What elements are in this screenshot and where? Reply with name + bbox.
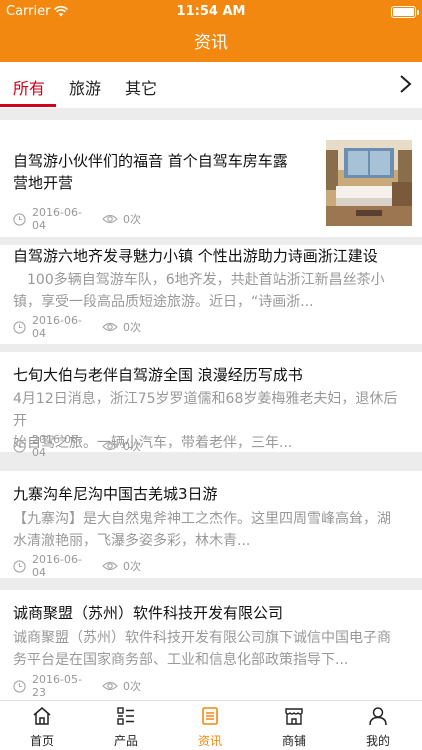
article-meta: 2016-06-04 0次 [13, 206, 141, 232]
eye-icon [102, 322, 118, 332]
page-title: 资讯 [194, 33, 228, 53]
battery-icon [391, 6, 419, 18]
tabbar-profile[interactable]: 我的 [336, 701, 420, 750]
news-icon [202, 707, 218, 725]
clock-icon [13, 679, 26, 693]
nav-bar: 资讯 [0, 24, 422, 62]
tabbar-home[interactable]: 首页 [0, 701, 84, 750]
tabbar-products[interactable]: 产品 [84, 701, 168, 750]
tabbar-label: 我的 [365, 734, 390, 748]
clock-icon [13, 320, 26, 334]
article-card[interactable]: 自驾游小伙伴们的福音 首个自驾车房车露 营地开营 2016-06-04 0次 [0, 120, 422, 237]
article-date: 2016-06-04 [32, 206, 82, 232]
article-title: 九寨沟牟尼沟中国古羌城3日游 [13, 485, 218, 503]
home-icon [33, 707, 51, 725]
eye-icon [102, 681, 118, 691]
eye-icon [102, 561, 118, 571]
article-title: 七旬大伯与老伴自驾游全国 浪漫经历写成书 [13, 366, 303, 384]
tab-other[interactable]: 其它 [125, 75, 157, 99]
clock-icon [13, 212, 26, 226]
article-title: 自驾游小伙伴们的福音 首个自驾车房车露 营地开营 [13, 152, 288, 192]
article-views: 0次 [123, 321, 141, 334]
clock-icon [13, 559, 26, 573]
shop-icon [285, 708, 303, 725]
article-title: 诚商聚盟（苏州）软件科技开发有限公司 [13, 604, 284, 622]
tabbar-label: 首页 [29, 734, 54, 748]
article-meta: 2016-06-04 0次 [13, 433, 141, 459]
eye-icon [102, 441, 118, 451]
article-meta: 2016-05-23 0次 [13, 673, 141, 699]
article-date: 2016-06-04 [32, 433, 82, 459]
article-views: 0次 [123, 680, 141, 693]
status-bar: Carrier 11:54 AM [0, 0, 422, 24]
tabbar-shop[interactable]: 商铺 [252, 701, 336, 750]
article-title: 自驾游六地齐发寻魅力小镇 个性出游助力诗画浙江建设 [13, 247, 378, 265]
article-meta: 2016-06-04 0次 [13, 314, 141, 340]
article-card[interactable]: 七旬大伯与老伴自驾游全国 浪漫经历写成书 4月12日消息，浙江75岁罗道儒和68… [0, 352, 422, 459]
eye-icon [102, 214, 118, 224]
tabbar-label: 商铺 [281, 734, 306, 748]
tabbar-label: 资讯 [197, 734, 222, 748]
article-card[interactable]: 自驾游六地齐发寻魅力小镇 个性出游助力诗画浙江建设 100多辆自驾游车队，6地齐… [0, 245, 422, 344]
article-thumbnail [326, 140, 412, 226]
article-card[interactable]: 九寨沟牟尼沟中国古羌城3日游 【九寨沟】是大自然鬼斧神工之杰作。这里四周雪峰高耸… [0, 471, 422, 579]
article-date: 2016-06-04 [32, 314, 82, 340]
list-icon [117, 707, 134, 725]
clock-icon [13, 439, 26, 453]
category-tabs: 所有 旅游 其它 [0, 62, 422, 108]
tabbar-news[interactable]: 资讯 [168, 701, 252, 750]
bottom-tab-bar: 首页 产品 资讯 商铺 我的 [0, 700, 422, 750]
article-meta: 2016-06-04 0次 [13, 553, 141, 579]
article-date: 2016-05-23 [32, 673, 82, 699]
status-time: 11:54 AM [176, 4, 246, 19]
tabbar-label: 产品 [113, 734, 138, 748]
tab-travel[interactable]: 旅游 [69, 75, 101, 99]
article-summary: 【九寨沟】是大自然鬼斧神工之杰作。这里四周雪峰高耸，湖 水清澈艳丽，飞瀑多姿多彩… [13, 511, 391, 549]
user-icon [369, 707, 387, 726]
article-date: 2016-06-04 [32, 553, 82, 579]
article-summary: 诚商聚盟（苏州）软件科技开发有限公司旗下诚信中国电子商 务平台是在国家商务部、工… [13, 630, 391, 668]
active-tab-indicator [0, 104, 56, 107]
article-views: 0次 [123, 213, 141, 226]
article-views: 0次 [123, 560, 141, 573]
article-summary: 100多辆自驾游车队，6地齐发，共赴首站浙江新昌丝茶小 镇，享受一段高品质短途旅… [13, 272, 385, 310]
tab-all[interactable]: 所有 [13, 75, 45, 99]
article-card[interactable]: 诚商聚盟（苏州）软件科技开发有限公司 诚商聚盟（苏州）软件科技开发有限公司旗下诚… [0, 590, 422, 700]
article-views: 0次 [123, 440, 141, 453]
chevron-right-icon[interactable] [398, 74, 414, 94]
